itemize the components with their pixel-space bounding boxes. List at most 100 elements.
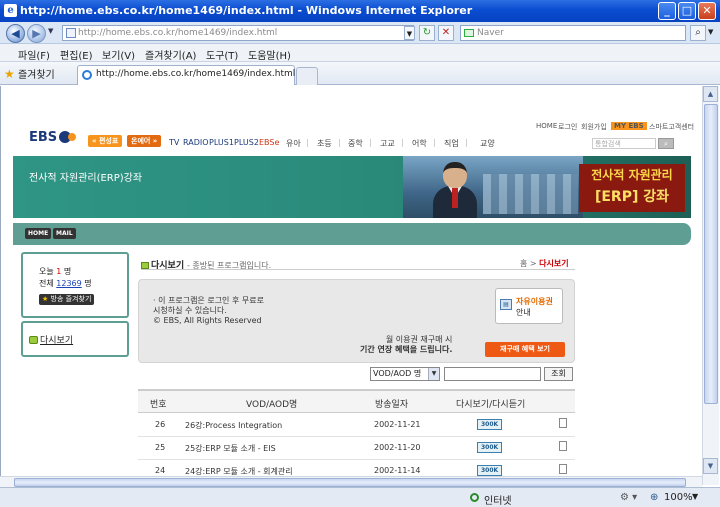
login-notice: · 이 프로그램은 로그인 후 무료로 시청하실 수 있습니다. © EBS, … — [153, 296, 264, 325]
stop-icon[interactable]: ✕ — [438, 25, 454, 41]
scroll-up-icon[interactable]: ▲ — [703, 86, 718, 102]
free-pass-button[interactable]: ▤ 자유이용권 안내 — [495, 288, 563, 324]
breadcrumb-home[interactable]: 홈 — [520, 259, 527, 268]
vertical-scrollbar[interactable]: ▲ ▼ — [702, 86, 719, 485]
gnb-culture[interactable]: 교양 — [480, 138, 495, 149]
free-pass-title: 자유이용권 — [516, 297, 553, 306]
breadcrumb: 홈 > 다시보기 — [520, 259, 569, 268]
menu-help[interactable]: 도움말(H) — [248, 47, 291, 62]
gnb-radio[interactable]: RADIO — [183, 138, 209, 147]
total-count: 전체 12369 명 — [39, 279, 92, 288]
refresh-icon[interactable]: ↻ — [419, 25, 435, 41]
vod-title-link[interactable]: 25강:ERP 모듈 소개 - EIS — [185, 443, 276, 454]
window-titlebar: e http://home.ebs.co.kr/home1469/index.h… — [0, 0, 720, 22]
maximize-button[interactable]: □ — [678, 2, 696, 20]
replay-menu-link[interactable]: 다시보기 — [29, 333, 73, 346]
gnb-elementary[interactable]: 초등 — [317, 138, 332, 149]
col-title: VOD/AOD명 — [246, 400, 298, 410]
ebs-logo[interactable]: EBS — [29, 130, 77, 145]
replay-icon — [29, 336, 38, 344]
myebs-link[interactable]: MY EBS — [611, 122, 647, 130]
extension-notice: 월 이용권 재구매 시 기간 연장 혜택을 드립니다. — [360, 335, 453, 354]
naver-icon — [464, 29, 474, 37]
login-link[interactable]: 로그인 — [558, 122, 577, 132]
chevron-down-icon: ▼ — [428, 368, 439, 380]
search-icon[interactable]: ⌕ — [690, 25, 706, 41]
favorites-label: 즐겨찾기 — [17, 70, 55, 81]
site-search-input[interactable]: 통합검색 — [592, 138, 656, 149]
search-type-select[interactable]: VOD/AOD 명 ▼ — [370, 367, 440, 381]
badge-line1: 전사적 자원관리 — [591, 168, 673, 182]
divider — [141, 269, 575, 270]
gnb-middle[interactable]: 중학 — [348, 138, 363, 149]
customer-center-link[interactable]: 스마트고객센터 — [649, 122, 694, 132]
favorites-button[interactable]: ★ 즐겨찾기 — [4, 66, 55, 81]
play-300k-button[interactable]: 300K — [477, 419, 503, 430]
schedule-button[interactable]: « 편성표 — [88, 135, 123, 147]
gnb-tv[interactable]: TV — [169, 138, 179, 147]
search-options-icon[interactable]: ▼ — [708, 28, 713, 36]
browser-tab[interactable]: http://home.ebs.co.kr/home1469/index.htm… — [77, 65, 295, 85]
gnb-high[interactable]: 고교 — [380, 138, 395, 149]
gnb-plus1[interactable]: PLUS1 — [209, 138, 234, 147]
tab-label: http://home.ebs.co.kr/home1469/index.htm… — [96, 69, 296, 79]
scroll-down-icon[interactable]: ▼ — [703, 458, 718, 474]
gnb-plus2[interactable]: PLUS2 — [234, 138, 259, 147]
minimize-button[interactable]: _ — [658, 2, 676, 20]
site-search-icon[interactable]: ⌕ — [658, 138, 674, 149]
rebuy-benefit-button[interactable]: 재구매 혜택 보기 — [485, 342, 565, 357]
menu-file[interactable]: 파일(F) — [18, 47, 50, 62]
search-placeholder: Naver — [477, 28, 504, 38]
vod-title-link[interactable]: 26강:Process Integration — [185, 420, 282, 431]
badge-line2: [ERP] 강좌 — [594, 189, 670, 205]
gnb-kids[interactable]: 유아 — [286, 138, 301, 149]
back-icon[interactable]: ◀ — [6, 24, 25, 43]
zoom-dropdown-icon[interactable]: ▼ — [692, 492, 698, 501]
document-icon[interactable] — [559, 441, 567, 451]
close-button[interactable]: ✕ — [698, 2, 716, 20]
gnb-career[interactable]: 직업 — [444, 138, 459, 149]
play-300k-button[interactable]: 300K — [477, 442, 503, 453]
visitor-counter-box: 오늘 1 명 전체 12369 명 ★ 방송 즐겨찾기 — [21, 252, 129, 318]
star-icon: ★ — [4, 67, 15, 81]
menu-tools[interactable]: 도구(T) — [206, 47, 238, 62]
history-dropdown-icon[interactable]: ▼ — [48, 27, 53, 35]
play-300k-button[interactable]: 300K — [477, 465, 503, 476]
document-icon[interactable] — [559, 418, 567, 428]
address-toolbar: ◀ ▶ ▼ http://home.ebs.co.kr/home1469/ind… — [0, 22, 720, 44]
document-icon[interactable] — [559, 464, 567, 474]
free-pass-sub: 안내 — [516, 308, 531, 317]
protected-mode-icon[interactable]: ⚙ ▾ — [620, 492, 637, 503]
horizontal-scroll-thumb[interactable] — [14, 478, 686, 487]
menu-view[interactable]: 보기(V) — [102, 47, 135, 62]
zoom-icon[interactable]: ⊕ — [650, 492, 658, 503]
gnb-language[interactable]: 어학 — [412, 138, 427, 149]
signup-link[interactable]: 회원가입 — [581, 122, 607, 132]
page-icon — [66, 28, 76, 38]
search-input[interactable]: Naver — [460, 25, 686, 41]
subnav-mail-button[interactable]: MAIL — [53, 228, 76, 239]
home-link[interactable]: HOME — [536, 122, 557, 130]
zoom-level[interactable]: 100% — [664, 492, 693, 503]
add-favorite-button[interactable]: ★ 방송 즐겨찾기 — [39, 294, 95, 305]
horizontal-scrollbar[interactable] — [0, 476, 702, 487]
col-replay: 다시보기/다시듣기 — [456, 400, 526, 410]
url-text: http://home.ebs.co.kr/home1469/index.htm… — [78, 28, 278, 38]
url-input[interactable]: http://home.ebs.co.kr/home1469/index.htm… — [62, 25, 414, 41]
menu-favorites[interactable]: 즐겨찾기(A) — [145, 47, 196, 62]
gnb-ebse[interactable]: EBSe — [259, 138, 279, 147]
subnav-home-button[interactable]: HOME — [25, 228, 52, 239]
program-banner: 전사적 자원관리(ERP)강좌 전사적 자원관리 [ERP] 강좌 — [13, 156, 691, 218]
keyword-input[interactable] — [444, 367, 541, 381]
vertical-scroll-thumb[interactable] — [704, 104, 718, 404]
menu-bar: 파일(F) 편집(E) 보기(V) 즐겨찾기(A) 도구(T) 도움말(H) — [0, 44, 720, 62]
new-tab-button[interactable] — [296, 67, 318, 85]
onair-button[interactable]: 온에어 » — [127, 135, 162, 147]
menu-edit[interactable]: 편집(E) — [60, 47, 93, 62]
col-no: 번호 — [150, 400, 167, 410]
security-zone: 인터넷 — [484, 496, 512, 507]
url-dropdown-icon[interactable]: ▼ — [404, 26, 415, 40]
forward-icon[interactable]: ▶ — [27, 24, 46, 43]
table-row: 26 26강:Process Integration 2002-11-21 30… — [138, 414, 575, 437]
search-submit-button[interactable]: 조회 — [544, 367, 573, 381]
